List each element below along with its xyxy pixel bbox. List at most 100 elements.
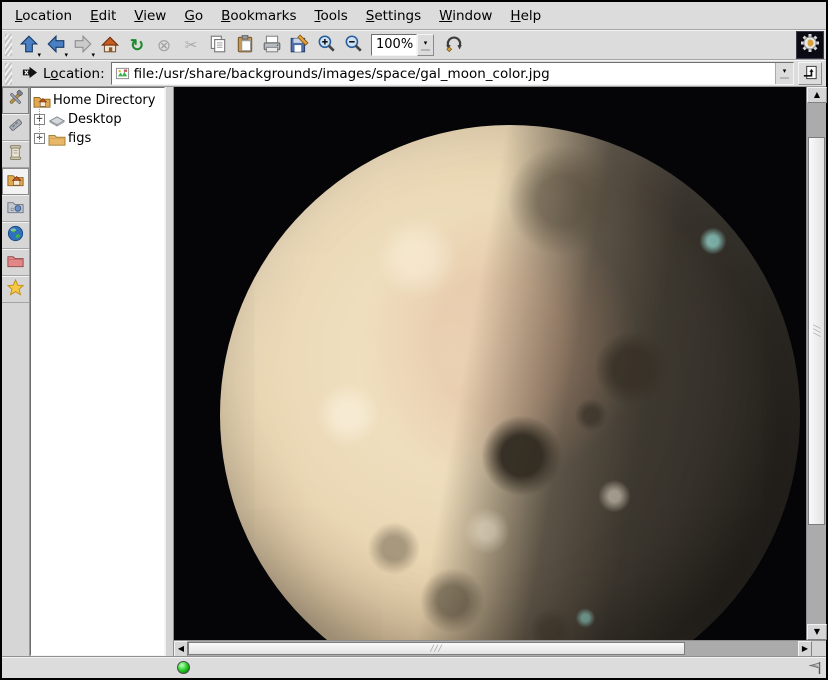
scrollbar-corner [812, 640, 826, 656]
save-button[interactable] [286, 32, 312, 58]
history-scroll-icon [6, 143, 25, 166]
up-button[interactable]: ▾ [16, 32, 42, 58]
stop-icon: ⊗ [157, 37, 171, 54]
locbar-drag-handle[interactable] [5, 63, 12, 85]
up-dropdown-arrow[interactable]: ▾ [37, 52, 41, 59]
tree-label[interactable]: figs [68, 131, 91, 146]
vertical-scroll-thumb[interactable]: /// [808, 137, 825, 525]
paste-button[interactable] [232, 32, 258, 58]
rotate-icon [444, 34, 464, 57]
menu-help[interactable]: Help [501, 4, 550, 28]
forward-button: ▾ [70, 32, 96, 58]
tree-row-home[interactable]: Home Directory [33, 91, 164, 110]
scroll-down-button[interactable]: ▼ [807, 624, 827, 640]
vertical-scroll-track[interactable]: /// [807, 103, 826, 624]
back-button[interactable]: ▾ [43, 32, 69, 58]
reload-icon: ↻ [130, 37, 144, 54]
zoom-out-button[interactable] [340, 32, 366, 58]
menu-settings[interactable]: Settings [357, 4, 430, 28]
view-column: ▲ /// ▼ ◀ /// ▶ [174, 87, 826, 656]
triangle-right-icon: ▶ [802, 645, 808, 653]
toolbar-drag-handle[interactable] [5, 34, 12, 56]
configure-tools-icon [6, 89, 25, 112]
print-icon [262, 34, 282, 57]
menu-go[interactable]: Go [175, 4, 212, 28]
zoom-level-dropdown-button[interactable]: ▾ [417, 34, 434, 56]
location-combobox[interactable]: file:/usr/share/backgrounds/images/space… [111, 62, 794, 85]
zoom-level-value[interactable]: 100% [371, 34, 417, 56]
copy-button[interactable] [205, 32, 231, 58]
chevron-down-icon: ▾ [424, 40, 428, 47]
sidebar-tabstrip [2, 87, 30, 656]
image-view-moon-photo [174, 87, 806, 640]
main-area: Home Directory + Desktop + figs [2, 87, 826, 656]
device-icon [6, 116, 25, 139]
thumb-grip: /// [430, 644, 442, 654]
sidebar-tab-configure[interactable] [2, 87, 29, 114]
sidebar-tab-home-directory[interactable] [2, 168, 29, 195]
scroll-right-button[interactable]: ▶ [798, 641, 812, 657]
menu-bookmarks[interactable]: Bookmarks [212, 4, 305, 28]
panel-splitter[interactable] [165, 87, 174, 656]
go-enter-icon [802, 64, 819, 84]
horizontal-scroll-track[interactable]: /// [188, 641, 798, 656]
home-icon [100, 34, 120, 57]
tree-label[interactable]: Home Directory [53, 93, 155, 108]
location-label: Location: [43, 66, 105, 82]
menu-edit[interactable]: Edit [81, 4, 125, 28]
go-button[interactable] [798, 62, 822, 85]
clear-location-icon [21, 64, 38, 84]
tree-row-figs[interactable]: + figs [33, 129, 164, 148]
tree-label[interactable]: Desktop [68, 112, 122, 127]
sidebar-tab-bookmarks[interactable] [2, 276, 29, 303]
zoom-in-icon [316, 34, 336, 57]
sidebar-tab-network[interactable] [2, 222, 29, 249]
image-file-icon [115, 66, 130, 81]
status-bar [2, 656, 826, 678]
location-dropdown-button[interactable]: ▾ [775, 63, 793, 84]
menu-location[interactable]: Location [6, 4, 81, 28]
active-view-led-indicator [177, 661, 190, 674]
home-folder-icon [6, 170, 25, 193]
red-folder-icon [6, 251, 25, 274]
zoom-in-button[interactable] [313, 32, 339, 58]
zoom-level-combobox: 100% ▾ [371, 34, 434, 56]
print-button[interactable] [259, 32, 285, 58]
back-dropdown-arrow[interactable]: ▾ [64, 52, 68, 59]
menu-window[interactable]: Window [430, 4, 501, 28]
konqueror-window: Location Edit View Go Bookmarks Tools Se… [0, 0, 828, 680]
star-icon [6, 278, 25, 301]
folder-tree-panel: Home Directory + Desktop + figs [30, 87, 165, 656]
menu-view[interactable]: View [125, 4, 175, 28]
paste-icon [235, 34, 255, 57]
chevron-down-icon: ▾ [783, 68, 787, 75]
dropdown-bar [421, 49, 430, 51]
save-icon [289, 34, 309, 57]
location-toolbar: Location: file:/usr/share/backgrounds/im… [2, 60, 826, 87]
vertical-scrollbar: ▲ /// ▼ [806, 87, 826, 640]
moon-image [220, 125, 800, 640]
triangle-down-icon: ▼ [814, 628, 820, 636]
location-url-value[interactable]: file:/usr/share/backgrounds/images/space… [134, 66, 775, 82]
main-toolbar: ▾ ▾ ▾ ↻ ⊗ ✂ [2, 30, 826, 60]
reload-button[interactable]: ↻ [124, 32, 150, 58]
globe-icon [6, 224, 25, 247]
rotate-button[interactable] [441, 32, 467, 58]
sidebar-tab-services[interactable] [2, 195, 29, 222]
clear-location-button[interactable] [19, 64, 39, 84]
sidebar-tab-history[interactable] [2, 141, 29, 168]
tree-row-desktop[interactable]: + Desktop [33, 110, 164, 129]
sidebar-tab-devices[interactable] [2, 114, 29, 141]
scroll-left-button[interactable]: ◀ [174, 641, 188, 657]
scroll-up-button[interactable]: ▲ [807, 87, 827, 103]
statusbar-flag-icon[interactable] [807, 660, 823, 680]
dropdown-bar [780, 77, 789, 79]
folder-home-icon [33, 93, 51, 109]
copy-icon [208, 34, 228, 57]
sidebar-tab-root-folder[interactable] [2, 249, 29, 276]
home-button[interactable] [97, 32, 123, 58]
triangle-left-icon: ◀ [178, 645, 184, 653]
horizontal-scroll-thumb[interactable]: /// [188, 642, 685, 655]
up-arrow-icon [19, 34, 39, 57]
menu-tools[interactable]: Tools [306, 4, 357, 28]
